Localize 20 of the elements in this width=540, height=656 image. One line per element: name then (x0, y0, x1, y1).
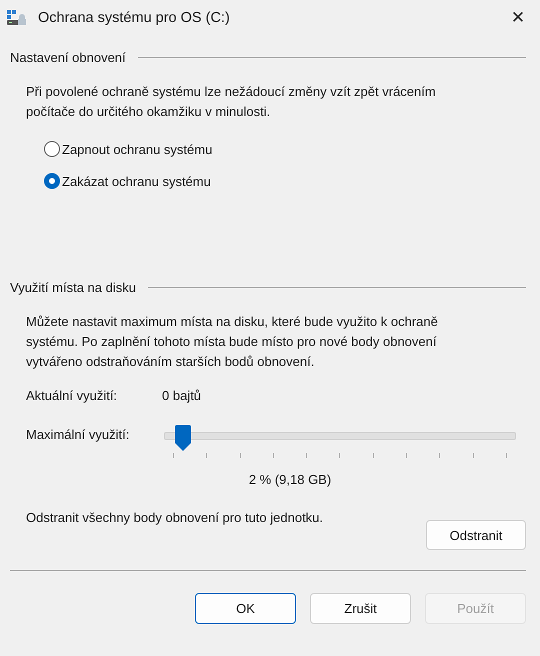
description-text: Při povolené ochraně systému lze nežádoucí změny vzít zpět vrácením počítače do určitého okamžiku v minulosti. (26, 83, 437, 121)
radio-button[interactable] (44, 141, 60, 157)
current-usage-value: 0 bajtů (162, 388, 202, 403)
section-heading: Nastavení obnovení (10, 50, 126, 65)
max-usage-reading: 2 % (9,18 GB) (248, 472, 332, 487)
radio-button[interactable] (44, 173, 60, 189)
dialog-button[interactable]: Zrušit (310, 593, 411, 624)
radio-label[interactable]: Zakázat ochranu systému (62, 174, 211, 188)
window-title: Ochrana systému pro OS (C:) (38, 10, 231, 26)
drive-shield-icon (6, 9, 28, 27)
delete-description: Odstranit všechny body obnovení pro tuto jednotku. (26, 510, 324, 525)
delete-button[interactable]: Odstranit (426, 520, 526, 550)
max-usage-label: Maximální využití: (26, 427, 130, 442)
current-usage-label: Aktuální využití: (26, 388, 118, 403)
slider-thumb[interactable] (175, 425, 191, 451)
description-text: Můžete nastavit maximum místa na disku, které bude využito k ochraně systému. Po zaplnění tohoto místa bude místo pro nové body obnovení vytvářeno odstraňováním starších bodů obnovení. (26, 313, 439, 371)
close-button[interactable]: ✕ (498, 0, 538, 36)
section-heading: Využití místa na disku (10, 280, 136, 295)
dialog-button[interactable]: OK (195, 593, 296, 624)
radio-label[interactable]: Zapnout ochranu systému (62, 142, 212, 156)
